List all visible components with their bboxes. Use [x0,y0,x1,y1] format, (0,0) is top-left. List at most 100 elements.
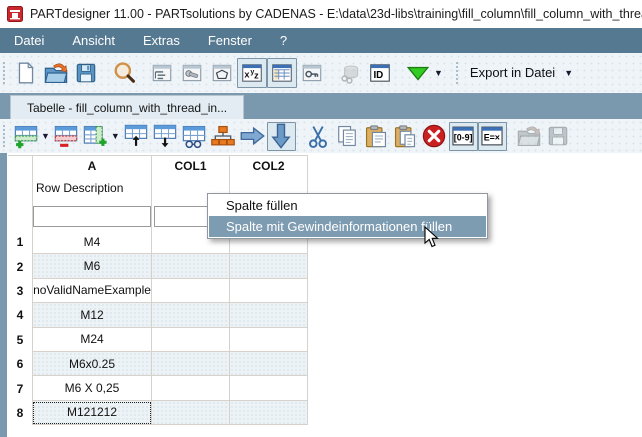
cell-name[interactable]: M6x0.25 [32,351,152,377]
svg-text:z: z [254,70,259,80]
cell-name-active[interactable]: M121212 [32,400,152,426]
new-document-button[interactable] [11,58,41,88]
transfer-right-button[interactable] [238,122,267,151]
menu-fenster[interactable]: Fenster [194,33,266,48]
export-dropdown-caret[interactable]: ▼ [564,68,573,78]
transfer-down-button[interactable] [266,121,296,151]
header-corner [8,156,32,203]
title-bar: PARTdesigner 11.00 - PARTsolutions by CA… [0,0,642,28]
window-variables-button[interactable]: x y z [237,57,267,88]
move-row-down-button[interactable] [151,122,180,151]
row-number[interactable]: 1 [8,230,32,254]
save-floppy-icon [76,63,96,82]
column-header-a[interactable]: A [33,156,151,179]
window-3d-view-button[interactable] [177,58,207,88]
tab-tabelle[interactable]: Tabelle - fill_column_with_thread_in... [10,95,245,120]
move-row-down-icon [154,124,177,148]
assembly-link-icon [341,64,359,84]
export-button[interactable]: Export in Datei [470,65,555,80]
cell-name[interactable]: M12 [32,303,152,328]
toolbar-drag-handle[interactable] [454,60,460,85]
cell-col1[interactable] [152,351,230,377]
row-number[interactable]: 3 [8,279,32,303]
paste-button[interactable] [362,122,391,151]
menu-datei[interactable]: Datei [0,33,58,48]
screw-window-icon [182,64,202,81]
cell-col2[interactable] [230,400,308,426]
table-toolbar: ▼ ▼ [0-9] E=× [0,119,642,153]
search-button[interactable] [109,58,139,88]
formula-display-button[interactable]: E=× [477,121,507,151]
cell-col1[interactable] [152,327,230,352]
cell-name[interactable]: M4 [32,230,152,255]
add-column-dropdown-caret[interactable]: ▼ [111,131,120,141]
column-header-col2[interactable]: COL2 [230,156,307,179]
menu-item-spalte-fuellen[interactable]: Spalte füllen [209,195,486,216]
copy-icon [338,125,357,147]
cell-name[interactable]: noValidNameExample [32,278,152,304]
row-number[interactable]: 6 [8,352,32,376]
cell-col2[interactable] [230,278,308,304]
open-folder-icon [44,62,68,83]
cell-col1[interactable] [152,376,230,401]
cell-col2[interactable] [230,376,308,401]
add-row-button[interactable] [11,122,40,151]
row-number[interactable]: 4 [8,303,32,327]
menu-item-spalte-gewinde-fuellen[interactable]: Spalte mit Gewindeinformationen füllen [209,216,486,237]
cell-col1[interactable] [152,303,230,328]
cut-button[interactable] [304,122,333,151]
green-triangle-icon [406,66,430,81]
toolbar-drag-handle[interactable] [2,124,7,148]
save-button[interactable] [71,58,101,88]
digits-icon: [0-9] [452,126,474,146]
cell-name[interactable]: M6 [32,254,152,279]
svg-text:ID: ID [373,69,383,80]
row-number[interactable]: 5 [8,328,32,352]
status-check-dropdown-caret[interactable]: ▼ [434,68,443,78]
cell-col1[interactable] [152,400,230,426]
menu-extras[interactable]: Extras [129,33,194,48]
paste-special-button[interactable] [391,122,420,151]
new-document-icon [18,61,34,83]
filter-input-a[interactable] [33,206,151,227]
row-number[interactable]: 2 [8,254,32,278]
cell-col2[interactable] [230,351,308,377]
menu-ansicht[interactable]: Ansicht [58,33,129,48]
menu-help[interactable]: ? [266,33,301,48]
add-row-dropdown-caret[interactable]: ▼ [41,131,50,141]
window-table-button[interactable] [267,57,297,88]
table-row: 4 M12 [8,303,308,328]
delete-row-button[interactable] [52,122,81,151]
window-sketch-button[interactable] [207,58,237,88]
window-topology-button[interactable] [147,58,177,88]
cell-name[interactable]: M24 [32,327,152,352]
cell-col1[interactable] [152,254,230,279]
add-column-table-icon [84,125,108,146]
topology-window-icon [152,64,172,81]
formula-icon: E=× [481,126,503,146]
move-row-up-button[interactable] [122,122,151,151]
cell-name[interactable]: M6 X 0,25 [32,376,152,401]
preview-rows-button[interactable] [180,122,209,151]
row-number[interactable]: 8 [8,401,32,425]
numeric-display-button[interactable]: [0-9] [448,121,478,151]
copy-button[interactable] [333,122,362,151]
tab-strip: Tabelle - fill_column_with_thread_in... [0,92,642,120]
hierarchy-button[interactable] [209,122,238,151]
cell-col2[interactable] [230,327,308,352]
column-header-col1[interactable]: COL1 [152,156,229,179]
row-number[interactable]: 7 [8,376,32,400]
delete-button[interactable] [420,122,449,151]
cell-col2[interactable] [230,254,308,279]
arrow-down-icon [271,123,291,149]
status-check-button[interactable] [403,58,433,88]
add-column-button[interactable] [81,122,110,151]
app-icon [7,6,23,22]
open-button[interactable] [41,58,71,88]
toolbar-drag-handle[interactable] [2,60,7,85]
id-icon: ID [370,63,390,82]
cell-col1[interactable] [152,278,230,304]
id-button[interactable]: ID [365,58,395,88]
cell-col2[interactable] [230,303,308,328]
window-features-button[interactable] [297,58,327,88]
